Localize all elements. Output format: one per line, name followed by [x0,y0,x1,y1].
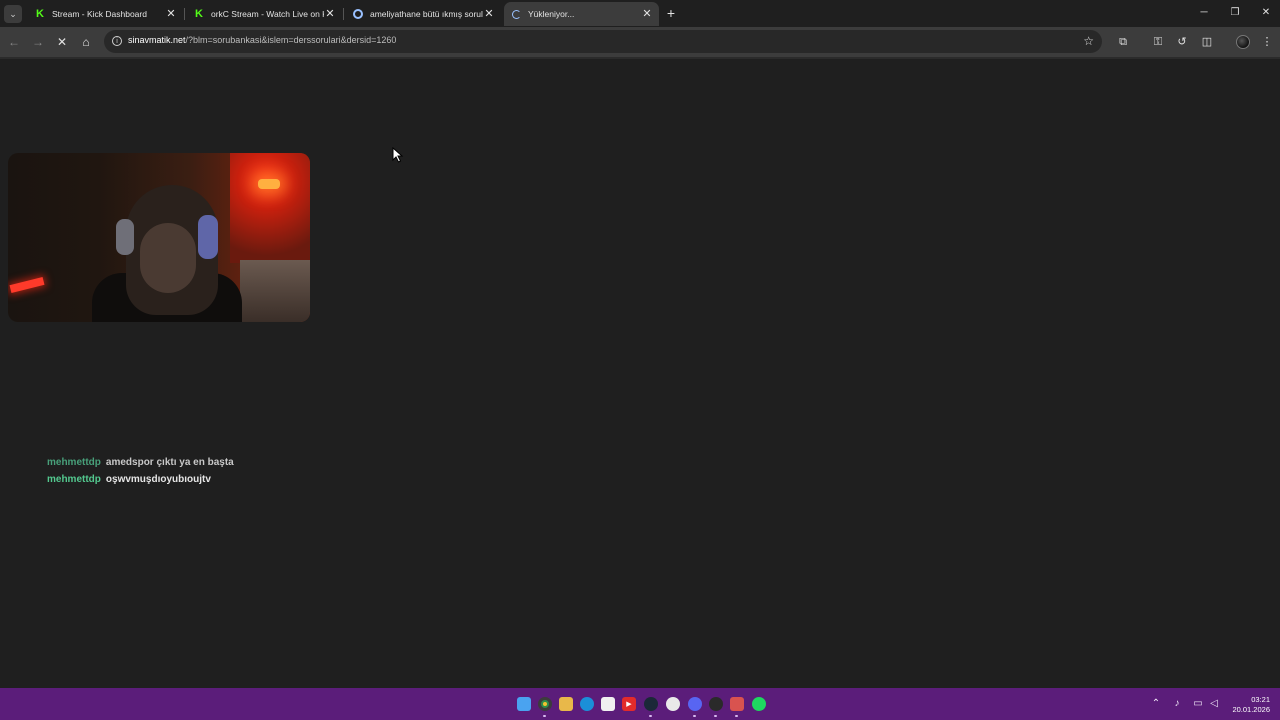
webcam-red-light [9,277,45,293]
home-icon[interactable]: ⌂ [78,34,94,50]
history-icon[interactable]: ↺ [1175,35,1189,49]
running-indicator [693,715,696,717]
menu-kebab-icon[interactable]: ⋮ [1260,35,1274,49]
chat-message: mehmettdp oşwvmuşdıoyubıoujtv [47,473,234,490]
profile-avatar[interactable] [1236,35,1250,49]
tab-search-icon[interactable]: ⌄ [4,5,22,23]
chat-text: amedspor çıktı ya en başta [105,457,234,468]
microphone-icon[interactable]: ♪ [1170,697,1184,711]
back-icon[interactable]: ← [6,34,22,50]
start-windows-icon[interactable] [517,697,531,711]
side-panel-icon[interactable]: ◫ [1200,35,1214,49]
minimize-icon[interactable]: ─ [1196,6,1212,20]
chat-username: mehmettdp [47,473,101,485]
extensions-icon[interactable]: ⧉ [1116,35,1130,49]
mouse-cursor-icon [392,147,404,163]
tab-strip: ⌄ K Stream - Kick Dashboard ✕ K orkC Str… [0,0,1280,27]
clock-time: 03:21 [1251,695,1270,704]
close-icon[interactable]: ✕ [483,8,495,20]
chat-text: oşwvmuşdıoyubıoujtv [105,473,211,485]
clock-date: 20.01.2026 [1232,705,1270,714]
streaming-tool-icon[interactable] [730,697,744,711]
webcam-lamp [258,179,280,189]
url-path: /?blm=sorubankasi&islem=derssorulari&der… [185,35,397,45]
chrome-icon[interactable] [538,697,552,711]
site-info-icon[interactable]: i [112,36,122,46]
bookmark-star-icon[interactable]: ☆ [1083,34,1094,48]
chat-message: mehmettdp amedspor çıktı ya en başta [47,456,234,473]
network-icon[interactable]: ▭ [1191,697,1205,711]
webcam-wall [230,153,310,263]
running-indicator [714,715,717,717]
tab-title: ameliyathane bütü ıkmış sorula [370,9,483,19]
webcam-person-face [140,223,196,293]
headphones-left [116,219,134,255]
close-icon[interactable]: ✕ [324,8,336,20]
webcam-overlay [8,153,310,322]
discord-icon[interactable] [688,697,702,711]
chat-username: mehmettdp [47,457,101,468]
youtube-icon[interactable]: ▶ [622,697,636,711]
tab-divider [184,8,185,20]
kick-icon: K [195,8,203,20]
url-text[interactable]: sinavmatik.net/?blm=sorubankasi&islem=de… [128,35,396,45]
clock-app-icon[interactable] [709,697,723,711]
close-icon[interactable]: ✕ [165,8,177,20]
browser-toolbar: ← → ✕ ⌂ i sinavmatik.net/?blm=sorubankas… [0,27,1280,57]
google-icon [352,8,364,20]
tab-title: Stream - Kick Dashboard [52,9,147,19]
close-icon[interactable]: ✕ [641,8,653,20]
edge-icon[interactable] [580,697,594,711]
calculator-icon[interactable] [601,697,615,711]
obs-icon[interactable] [666,697,680,711]
url-host: sinavmatik.net [128,35,186,45]
taskbar-clock[interactable]: 03:21 20.01.2026 [1222,695,1270,715]
steam-icon[interactable] [644,697,658,711]
webcam-desk [240,260,310,322]
windows-taskbar: ▶ ⌃ ♪ ▭ ◁ [0,688,1280,720]
tray-chevron-up-icon[interactable]: ⌃ [1149,697,1163,711]
running-indicator [649,715,652,717]
tab-divider [343,8,344,20]
tab-kick-dashboard[interactable]: K Stream - Kick Dashboard ✕ [28,2,183,26]
spotify-icon[interactable] [752,697,766,711]
address-bar[interactable]: i sinavmatik.net/?blm=sorubankasi&islem=… [104,30,1102,53]
running-indicator [735,715,738,717]
tab-title: Yükleniyor... [528,9,575,19]
tab-google-search[interactable]: ameliyathane bütü ıkmış sorula ✕ [346,2,501,26]
tab-title: orkC Stream - Watch Live on Ki [211,9,324,19]
chat-overlay: mehmettdp amedspor çıktı ya en başta mehm… [47,456,234,489]
forward-icon[interactable]: → [30,34,46,50]
window-close-icon[interactable]: ✕ [1258,6,1274,20]
new-tab-icon[interactable]: + [664,6,678,20]
stop-loading-icon[interactable]: ✕ [54,34,70,50]
page-divider [0,57,1280,59]
tab-kick-stream[interactable]: K orkC Stream - Watch Live on Ki ✕ [187,2,342,26]
loading-spinner-icon [510,8,522,20]
volume-icon[interactable]: ◁ [1207,697,1221,711]
headphones-right [198,215,218,259]
tab-loading[interactable]: Yükleniyor... ✕ [504,2,659,26]
restore-icon[interactable]: ❐ [1227,6,1243,20]
running-indicator [543,715,546,717]
kick-icon: K [36,8,44,20]
password-key-icon[interactable]: ⚿ [1151,35,1165,49]
file-explorer-icon[interactable] [559,697,573,711]
